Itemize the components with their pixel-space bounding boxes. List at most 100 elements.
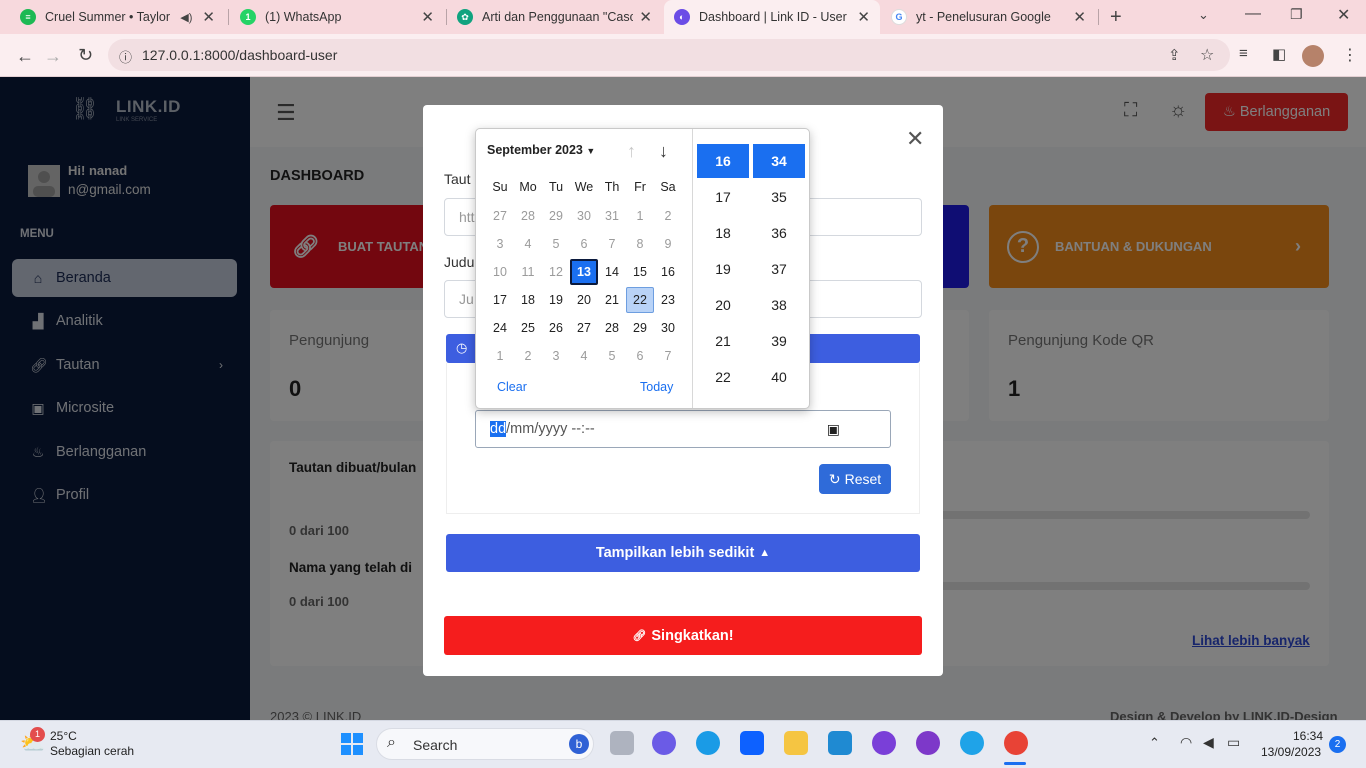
calendar-day[interactable]: 21 xyxy=(598,287,626,313)
calendar-day[interactable]: 3 xyxy=(486,231,514,257)
calendar-day[interactable]: 28 xyxy=(514,203,542,229)
next-month-icon[interactable]: ↓ xyxy=(659,141,668,162)
calendar-day[interactable]: 10 xyxy=(486,259,514,285)
calendar-day[interactable]: 29 xyxy=(542,203,570,229)
calendar-day[interactable]: 16 xyxy=(654,259,682,285)
calendar-day[interactable]: 12 xyxy=(542,259,570,285)
close-icon[interactable]: ✕ xyxy=(421,8,434,26)
tab-search-icon[interactable]: ⌄ xyxy=(1198,7,1209,23)
calendar-day[interactable]: 31 xyxy=(598,203,626,229)
calendar-day[interactable]: 26 xyxy=(542,315,570,341)
wifi-icon[interactable]: ◠ xyxy=(1180,734,1192,751)
calendar-day[interactable]: 7 xyxy=(598,231,626,257)
calendar-day[interactable]: 1 xyxy=(626,203,654,229)
battery-icon[interactable]: ▭ xyxy=(1227,734,1240,751)
clear-button[interactable]: Clear xyxy=(497,380,527,394)
weather-temp[interactable]: 25°C xyxy=(50,729,77,743)
calendar-day[interactable]: 23 xyxy=(654,287,682,313)
calendar-day[interactable]: 4 xyxy=(570,343,598,369)
calendar-day[interactable]: 22 xyxy=(626,287,654,313)
github-icon[interactable] xyxy=(916,731,940,755)
windows-start-icon[interactable] xyxy=(340,732,364,756)
calendar-day[interactable]: 30 xyxy=(654,315,682,341)
share-icon[interactable]: ⇪ xyxy=(1168,46,1181,64)
forward-icon[interactable]: → xyxy=(44,46,62,67)
calendar-day[interactable]: 19 xyxy=(542,287,570,313)
calendar-day[interactable]: 1 xyxy=(486,343,514,369)
window-close-icon[interactable]: ✕ xyxy=(1337,5,1350,25)
calendar-day[interactable]: 11 xyxy=(514,259,542,285)
back-icon[interactable]: ← xyxy=(16,46,34,67)
datetime-day-segment[interactable]: dd xyxy=(490,421,507,437)
calendar-day[interactable]: 9 xyxy=(654,231,682,257)
minute-option[interactable]: 40 xyxy=(753,360,805,394)
minute-option[interactable]: 35 xyxy=(753,180,805,214)
teams-chat-icon[interactable] xyxy=(652,731,676,755)
notification-badge[interactable]: 2 xyxy=(1329,736,1346,753)
calendar-day[interactable]: 15 xyxy=(626,259,654,285)
bookmark-star-icon[interactable]: ☆ xyxy=(1200,45,1214,65)
month-year-selector[interactable]: September 2023 ▼ xyxy=(487,143,595,157)
calendar-day[interactable]: 6 xyxy=(626,343,654,369)
calendar-day[interactable]: 13 xyxy=(570,259,598,285)
close-icon[interactable]: ✕ xyxy=(906,126,924,152)
clock-time[interactable]: 16:34 xyxy=(1293,729,1323,743)
chrome-icon[interactable] xyxy=(1004,731,1028,755)
calendar-day[interactable]: 2 xyxy=(514,343,542,369)
close-icon[interactable]: ✕ xyxy=(202,8,215,26)
hour-option[interactable]: 19 xyxy=(697,252,749,286)
calendar-day[interactable]: 18 xyxy=(514,287,542,313)
tab-whatsapp[interactable]: 1 (1) WhatsApp ✕ xyxy=(230,0,444,34)
file-explorer-icon[interactable] xyxy=(784,731,808,755)
url-text[interactable]: 127.0.0.1:8000/dashboard-user xyxy=(142,47,337,63)
profile-avatar[interactable] xyxy=(1302,45,1324,67)
hour-option[interactable]: 17 xyxy=(697,180,749,214)
minute-option[interactable]: 39 xyxy=(753,324,805,358)
calendar-day[interactable]: 25 xyxy=(514,315,542,341)
weather-desc[interactable]: Sebagian cerah xyxy=(50,744,134,758)
tab-chatgpt[interactable]: ✿ Arti dan Penggunaan "Cascad ✕ xyxy=(447,0,662,34)
tab-google[interactable]: G yt - Penelusuran Google ✕ xyxy=(881,0,1096,34)
calendar-day[interactable]: 27 xyxy=(486,203,514,229)
side-panel-icon[interactable]: ◧ xyxy=(1272,45,1286,63)
dropbox-icon[interactable] xyxy=(740,731,764,755)
calendar-day[interactable]: 28 xyxy=(598,315,626,341)
chevron-up-icon[interactable]: ⌃ xyxy=(1149,735,1160,751)
clock-date[interactable]: 13/09/2023 xyxy=(1261,745,1321,759)
calendar-day[interactable]: 5 xyxy=(598,343,626,369)
calendar-day[interactable]: 17 xyxy=(486,287,514,313)
minute-option[interactable]: 34 xyxy=(753,144,805,178)
volume-icon[interactable]: ◀ xyxy=(1203,734,1214,751)
shorten-button[interactable]: 🔗︎ Singkatkan! xyxy=(444,616,922,655)
calendar-day[interactable]: 30 xyxy=(570,203,598,229)
calendar-day[interactable]: 8 xyxy=(626,231,654,257)
hour-option[interactable]: 22 xyxy=(697,360,749,394)
calendar-day[interactable]: 27 xyxy=(570,315,598,341)
reload-icon[interactable]: ↻ xyxy=(78,45,93,66)
datetime-input[interactable]: dd/mm/yyyy --:-- ▣ xyxy=(475,410,891,448)
calendar-day[interactable]: 5 xyxy=(542,231,570,257)
task-view-icon[interactable] xyxy=(610,731,634,755)
today-button[interactable]: Today xyxy=(640,380,673,394)
calendar-day[interactable]: 6 xyxy=(570,231,598,257)
discord-like-icon[interactable] xyxy=(872,731,896,755)
calendar-day[interactable]: 2 xyxy=(654,203,682,229)
new-tab-icon[interactable]: + xyxy=(1110,6,1122,29)
reset-button[interactable]: ↻ Reset xyxy=(819,464,891,494)
hour-option[interactable]: 18 xyxy=(697,216,749,250)
minute-option[interactable]: 37 xyxy=(753,252,805,286)
calendar-day[interactable]: 4 xyxy=(514,231,542,257)
minute-option[interactable]: 36 xyxy=(753,216,805,250)
close-icon[interactable]: ✕ xyxy=(1073,8,1086,26)
close-icon[interactable]: ✕ xyxy=(639,8,652,26)
show-less-button[interactable]: Tampilkan lebih sedikit ▲ xyxy=(446,534,920,572)
tab-dashboard[interactable]: ◐ Dashboard | Link ID - User ✕ xyxy=(664,0,880,34)
restore-icon[interactable]: ❐ xyxy=(1290,6,1303,23)
calendar-day[interactable]: 7 xyxy=(654,343,682,369)
tab-spotify[interactable]: ≡ Cruel Summer • Taylor Sw ◀) ✕ xyxy=(10,0,225,34)
calendar-day[interactable]: 24 xyxy=(486,315,514,341)
minute-option[interactable]: 38 xyxy=(753,288,805,322)
calendar-day[interactable]: 20 xyxy=(570,287,598,313)
calendar-day[interactable]: 3 xyxy=(542,343,570,369)
close-icon[interactable]: ✕ xyxy=(857,8,870,26)
